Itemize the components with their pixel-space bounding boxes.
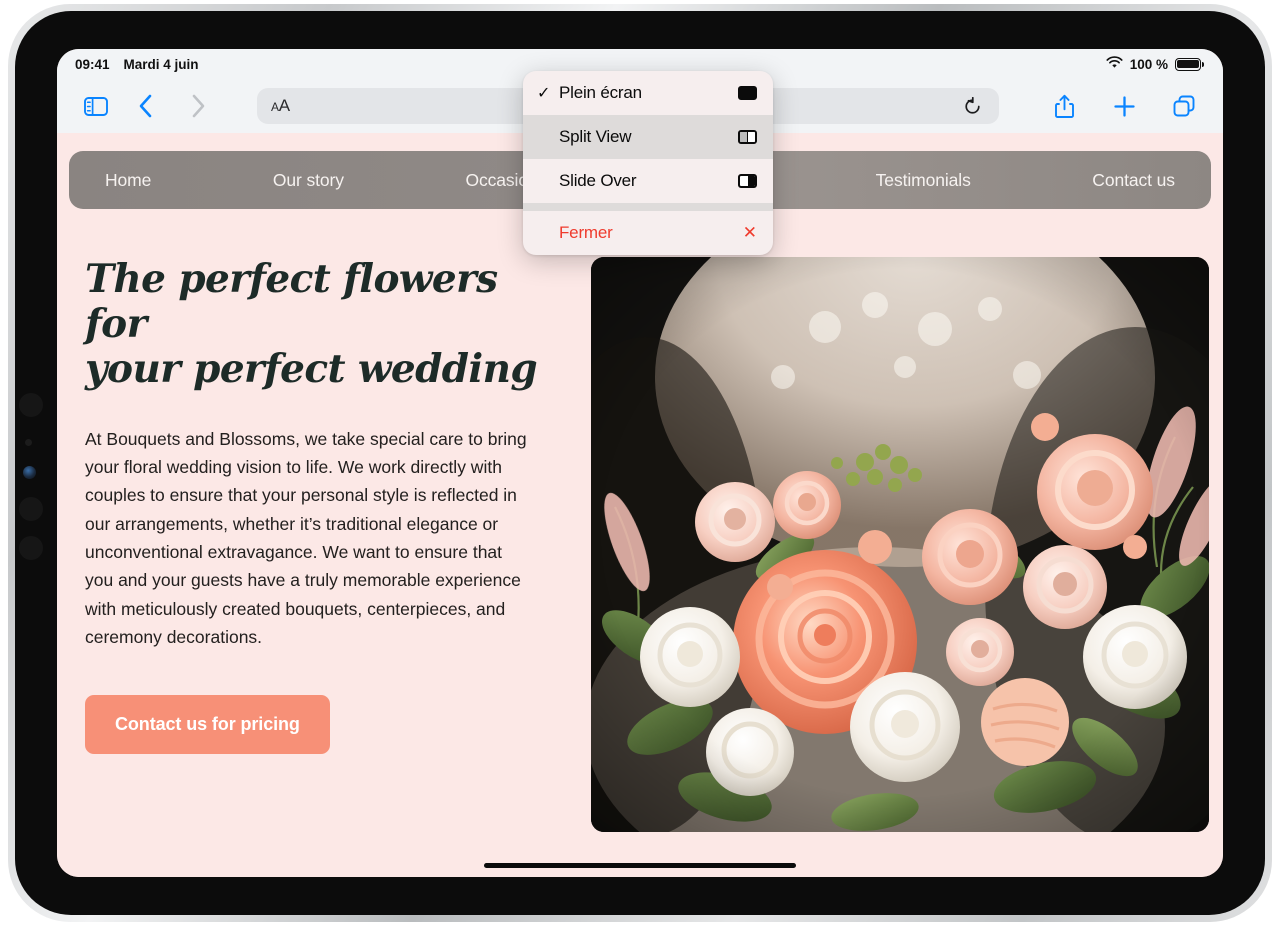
- device-sensor-top: [19, 393, 43, 417]
- fullscreen-icon: [735, 86, 757, 100]
- hero-title-line-1: The perfect flowers for: [85, 256, 498, 348]
- chevron-left-icon[interactable]: [127, 87, 165, 125]
- menu-item-slide-over[interactable]: Slide Over: [523, 159, 773, 203]
- status-time: 09:41: [75, 56, 110, 72]
- menu-item-label: Split View: [559, 127, 632, 146]
- tabs-icon[interactable]: [1165, 87, 1203, 125]
- hero-body-text: At Bouquets and Blossoms, we take specia…: [85, 428, 527, 648]
- site-nav-item-testimonials[interactable]: Testimonials: [876, 170, 971, 191]
- split-view-icon: [735, 130, 757, 144]
- menu-separator: [523, 203, 773, 211]
- menu-item-fermer[interactable]: Fermer ✕: [523, 211, 773, 255]
- site-nav-item-contact-us[interactable]: Contact us: [1092, 170, 1175, 191]
- bouquet-illustration: [591, 257, 1209, 832]
- status-date: Mardi 4 juin: [123, 56, 199, 72]
- contact-us-for-pricing-button[interactable]: Contact us for pricing: [85, 695, 330, 755]
- chevron-right-icon: [179, 87, 217, 125]
- hero-title-line-2: your perfect wedding: [85, 346, 538, 393]
- site-nav-item-home[interactable]: Home: [105, 170, 151, 191]
- battery-icon: [1175, 57, 1205, 71]
- wifi-icon: [1106, 56, 1123, 72]
- site-nav-item-our-story[interactable]: Our story: [273, 170, 344, 191]
- close-icon: ✕: [742, 223, 757, 242]
- battery-percent-label: 100 %: [1129, 56, 1168, 72]
- reload-icon[interactable]: [959, 93, 985, 119]
- multitasking-menu: ✓ Plein écran Split View Slide Over Ferm…: [523, 71, 773, 255]
- bridal-bouquet-photo: [591, 257, 1209, 832]
- ipad-device-frame: 09:41 Mardi 4 juin 100 % A A Home Our st…: [8, 4, 1272, 922]
- device-sensor-mid: [19, 497, 43, 521]
- hero-text-column: The perfect flowers for your perfect wed…: [85, 256, 555, 832]
- status-bar-left: 09:41 Mardi 4 juin: [75, 57, 199, 72]
- plus-icon[interactable]: [1105, 87, 1143, 125]
- device-bezel: 09:41 Mardi 4 juin 100 % A A Home Our st…: [15, 11, 1265, 915]
- page-title: The perfect flowers for your perfect wed…: [85, 256, 555, 393]
- checkmark-icon: ✓: [537, 85, 551, 102]
- navigation-buttons: [127, 87, 217, 125]
- text-size-button[interactable]: AA: [271, 96, 290, 116]
- device-microphone: [25, 439, 32, 446]
- battery-fill: [1177, 59, 1199, 69]
- device-camera-lens: [23, 466, 36, 479]
- menu-item-plein-ecran[interactable]: ✓ Plein écran: [523, 71, 773, 115]
- slide-over-icon: [735, 174, 757, 188]
- sidebar-icon[interactable]: [77, 87, 115, 125]
- hero-section: The perfect flowers for your perfect wed…: [57, 209, 1223, 832]
- home-indicator[interactable]: [484, 863, 796, 868]
- status-bar-right: 100 %: [1106, 56, 1205, 72]
- ipad-screen: 09:41 Mardi 4 juin 100 % A A Home Our st…: [57, 49, 1223, 877]
- menu-item-split-view[interactable]: Split View: [523, 115, 773, 159]
- menu-item-label: Slide Over: [559, 171, 637, 190]
- share-icon[interactable]: [1045, 87, 1083, 125]
- menu-item-label: Fermer: [559, 223, 613, 242]
- device-sensor-bottom: [19, 536, 43, 560]
- toolbar-right-actions: [1045, 87, 1203, 125]
- menu-item-label: Plein écran: [559, 83, 642, 102]
